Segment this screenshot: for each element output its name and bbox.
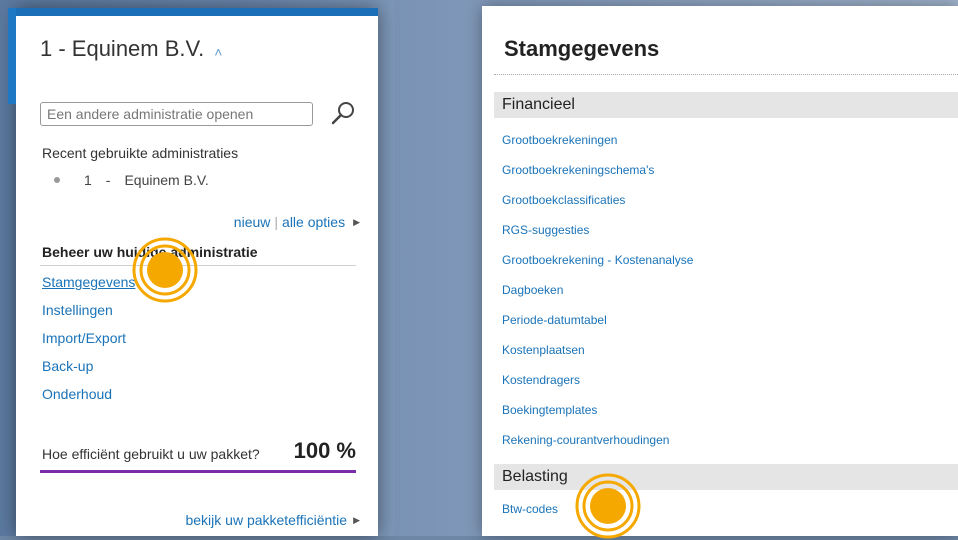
group-header-financieel: Financieel	[494, 92, 958, 118]
all-options-link[interactable]: alle opties	[282, 214, 345, 230]
panel-accent	[8, 8, 16, 104]
bullet-icon	[54, 177, 60, 183]
link-grootboekrekeningen[interactable]: Grootboekrekeningen	[502, 133, 617, 147]
recent-item-dash: -	[105, 172, 111, 188]
group-header-belasting: Belasting	[494, 464, 958, 490]
link-grootboekrekeningschemas[interactable]: Grootboekrekeningschema's	[502, 163, 654, 177]
menu-item-import-export[interactable]: Import/Export	[42, 328, 135, 356]
page-title: Stamgegevens	[504, 36, 660, 61]
efficiency-question: Hoe efficiënt gebruikt u uw pakket?	[42, 446, 260, 462]
arrow-right-icon: ▶	[353, 514, 360, 525]
link-grootboekclassificaties[interactable]: Grootboekclassificaties	[502, 193, 625, 207]
link-dagboeken[interactable]: Dagboeken	[502, 283, 563, 297]
efficiency-bar	[40, 470, 356, 473]
link-separator: |	[274, 214, 279, 230]
chevron-up-icon[interactable]: ˄	[214, 44, 222, 60]
package-efficiency-label: bekijk uw pakketefficiëntie	[185, 512, 348, 528]
search-icon[interactable]	[330, 100, 356, 126]
recent-item-name: Equinem B.V.	[124, 172, 209, 188]
link-boekingtemplates[interactable]: Boekingtemplates	[502, 403, 597, 417]
menu-item-instellingen[interactable]: Instellingen	[42, 300, 135, 328]
options-links: nieuw | alle opties ▶	[234, 214, 360, 230]
search-row	[40, 102, 356, 128]
menu-item-onderhoud[interactable]: Onderhoud	[42, 384, 135, 412]
recent-administrations-title: Recent gebruikte administraties	[42, 145, 239, 161]
arrow-right-icon: ▶	[353, 216, 360, 227]
new-link[interactable]: nieuw	[234, 214, 271, 230]
link-rekening-courantverhoudingen[interactable]: Rekening-courantverhoudingen	[502, 433, 669, 447]
menu-item-stamgegevens[interactable]: Stamgegevens	[42, 272, 135, 300]
link-periode-datumtabel[interactable]: Periode-datumtabel	[502, 313, 607, 327]
company-title: 1 - Equinem B.V.	[40, 36, 205, 61]
efficiency-bar-fill	[40, 470, 356, 473]
link-kostenanalyse[interactable]: Grootboekrekening - Kostenanalyse	[502, 253, 693, 267]
link-btw-codes[interactable]: Btw-codes	[502, 502, 558, 516]
link-kostendragers[interactable]: Kostendragers	[502, 373, 580, 387]
click-marker-icon	[575, 473, 641, 539]
link-rgs-suggesties[interactable]: RGS-suggesties	[502, 223, 589, 237]
recent-item-number: 1	[84, 172, 92, 188]
recent-administration-item[interactable]: 1 - Equinem B.V.	[54, 172, 209, 188]
link-kostenplaatsen[interactable]: Kostenplaatsen	[502, 343, 585, 357]
administration-search-input[interactable]	[40, 102, 313, 126]
manage-menu: Stamgegevens Instellingen Import/Export …	[42, 272, 135, 412]
menu-item-back-up[interactable]: Back-up	[42, 356, 135, 384]
click-marker-icon	[132, 237, 198, 303]
stamgegevens-panel: Stamgegevens Financieel Grootboekrekenin…	[482, 6, 958, 536]
title-divider	[494, 74, 958, 75]
package-efficiency-link[interactable]: bekijk uw pakketefficiëntie ▶	[185, 512, 360, 528]
company-selector[interactable]: 1 - Equinem B.V. ˄	[40, 36, 222, 62]
panel-top-bar	[16, 8, 378, 16]
efficiency-percentage: 100 %	[293, 438, 356, 463]
